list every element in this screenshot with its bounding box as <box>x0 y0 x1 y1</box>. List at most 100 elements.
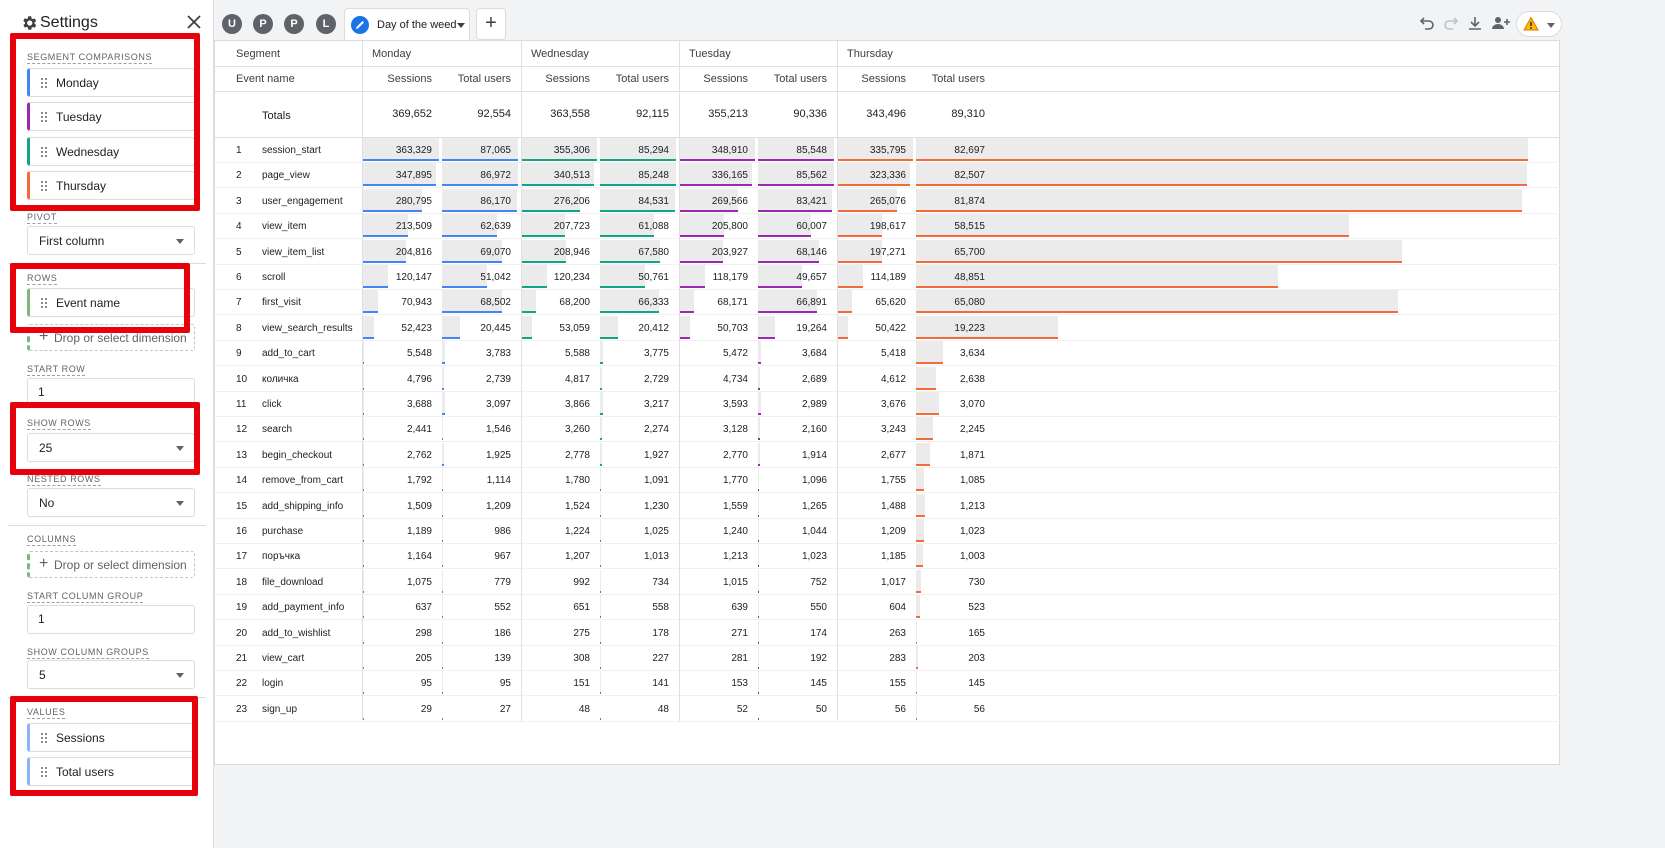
tab-day-of-the-weed[interactable]: Day of the weed <box>344 8 470 41</box>
show-column-groups-select[interactable]: 5 <box>27 660 195 689</box>
download-icon[interactable] <box>1466 14 1484 32</box>
drag-handle-icon[interactable] <box>40 111 48 123</box>
table-row[interactable]: 17 поръчка 1,164 967 1,207 1,013 1,213 1,023 1,1… <box>215 543 1561 570</box>
redo-icon[interactable] <box>1442 14 1460 32</box>
user-avatar[interactable]: L <box>316 14 336 34</box>
user-avatar[interactable]: P <box>253 14 273 34</box>
metric-cell: 2,770 <box>722 449 748 461</box>
table-row[interactable]: 5 view_item_list 204,816 69,070 208,946 67,58… <box>215 239 1561 265</box>
metric-header[interactable]: Total users <box>758 73 827 85</box>
metric-cell: 280,795 <box>395 195 432 207</box>
table-row[interactable]: 14 remove_from_cart 1,792 1,114 1,780 1,091 1,… <box>215 467 1561 494</box>
table-row[interactable]: 10 количка 4,796 2,739 4,817 2,729 4,734 2,689 4… <box>215 366 1561 392</box>
column-group-header[interactable]: Tuesday <box>689 48 731 60</box>
start-column-group-field[interactable] <box>27 605 195 634</box>
column-group-header[interactable]: Wednesday <box>531 48 589 60</box>
show-rows-label: SHOW ROWS <box>27 418 91 430</box>
metric-header[interactable]: Sessions <box>679 73 748 85</box>
columns-drop-zone[interactable]: + Drop or select dimension <box>27 551 195 578</box>
table-row[interactable]: 18 file_download 1,075 779 992 734 1,015 752 1,0… <box>215 569 1561 595</box>
metric-header[interactable]: Total users <box>600 73 669 85</box>
metric-header[interactable]: Total users <box>916 73 985 85</box>
user-avatar[interactable]: U <box>222 14 242 34</box>
add-tab-button[interactable]: + <box>476 8 506 40</box>
metric-cell: 1,003 <box>959 551 985 563</box>
drag-handle-icon[interactable] <box>40 146 48 158</box>
table-row[interactable]: 7 first_visit 70,943 68,502 68,200 66,333 68,1… <box>215 289 1561 316</box>
metric-cell: 151 <box>573 678 590 690</box>
metric-cell: 86,972 <box>480 170 511 182</box>
table-row[interactable]: 12 search 2,441 1,546 3,260 2,274 3,128 2,160 3,… <box>215 416 1561 443</box>
table-row[interactable]: 2 page_view 347,895 86,972 340,513 85,248 336,… <box>215 162 1561 189</box>
metric-header[interactable]: Sessions <box>837 73 906 85</box>
metric-cell: 68,502 <box>480 297 511 309</box>
gear-icon <box>23 16 37 30</box>
drag-handle-icon[interactable] <box>40 297 48 309</box>
heat-bar-underline <box>363 717 364 720</box>
event-name-cell: sign_up <box>262 703 298 715</box>
table-row[interactable]: 13 begin_checkout 2,762 1,925 2,778 1,927 2,77… <box>215 442 1561 468</box>
settings-title: Settings <box>40 14 98 31</box>
event-name-header[interactable]: Event name <box>236 73 295 85</box>
heat-bar-underline <box>442 717 443 720</box>
rows-drop-zone[interactable]: + Drop or select dimension <box>27 324 195 351</box>
undo-icon[interactable] <box>1418 14 1436 32</box>
table-row[interactable]: 20 add_to_wishlist 298 186 275 178 271 174 263 16… <box>215 620 1561 646</box>
table-row[interactable]: 3 user_engagement 280,795 86,170 276,206 84,5… <box>215 188 1561 214</box>
metric-cell: 2,762 <box>406 449 432 461</box>
table-row[interactable]: 16 purchase 1,189 986 1,224 1,025 1,240 1,044 1,… <box>215 518 1561 544</box>
table-row[interactable]: 11 click 3,688 3,097 3,866 3,217 3,593 2,989 3,6… <box>215 391 1561 417</box>
column-group-header[interactable]: Monday <box>372 48 411 60</box>
nested-rows-select[interactable]: No <box>27 488 195 517</box>
metric-cell: 2,677 <box>880 449 906 461</box>
metric-header[interactable]: Sessions <box>363 73 432 85</box>
heat-bar-underline <box>916 717 917 720</box>
segment-chip-monday[interactable]: Monday <box>27 68 195 97</box>
table-row[interactable]: 8 view_search_results 52,423 20,445 53,059 20… <box>215 315 1561 341</box>
drag-handle-icon[interactable] <box>40 766 48 778</box>
share-users-icon[interactable] <box>1490 14 1512 32</box>
start-column-group-input[interactable] <box>38 612 178 626</box>
table-row[interactable]: 9 add_to_cart 5,548 3,783 5,588 3,775 5,472 3,6… <box>215 340 1561 367</box>
metric-header[interactable]: Total users <box>442 73 511 85</box>
segment-chip-wednesday[interactable]: Wednesday <box>27 137 195 166</box>
heat-bar-underline <box>758 336 776 339</box>
metric-cell: 335,795 <box>869 145 906 156</box>
columns-label: COLUMNS <box>27 534 77 546</box>
pivot-select[interactable]: First column <box>27 226 195 255</box>
row-dimension-chip[interactable]: Event name <box>27 288 195 317</box>
table-row[interactable]: 4 view_item 213,509 62,639 207,723 61,088 205,… <box>215 213 1561 240</box>
warning-menu-button[interactable] <box>1516 11 1562 37</box>
metric-cell: 186 <box>494 627 511 639</box>
table-row[interactable]: 15 add_shipping_info 1,509 1,209 1,524 1,230 1… <box>215 493 1561 519</box>
table-row[interactable]: 19 add_payment_info 637 552 651 558 639 550 604 5… <box>215 594 1561 621</box>
table-row[interactable]: 21 view_cart 205 139 308 227 281 192 283 203 <box>215 645 1561 671</box>
heat-bar-underline <box>363 286 389 288</box>
metric-cell: 1,925 <box>485 449 511 461</box>
segment-chip-thursday[interactable]: Thursday <box>27 171 195 200</box>
start-row-field[interactable] <box>27 378 195 407</box>
metric-cell: 53,059 <box>559 322 590 334</box>
user-avatar[interactable]: P <box>284 14 304 34</box>
drag-handle-icon[interactable] <box>40 180 48 192</box>
table-row[interactable]: 1 session_start 363,329 87,065 355,306 85,294… <box>215 137 1561 163</box>
drag-handle-icon[interactable] <box>40 732 48 744</box>
start-row-input[interactable] <box>38 385 178 399</box>
column-group-header[interactable]: Thursday <box>847 48 893 60</box>
metric-cell: 120,147 <box>395 272 432 283</box>
table-row[interactable]: 23 sign_up 29 27 48 48 52 50 56 56 <box>215 696 1561 722</box>
value-chip-total-users[interactable]: Total users <box>27 757 195 786</box>
heat-bar-underline <box>679 260 724 263</box>
value-chip-sessions[interactable]: Sessions <box>27 723 195 752</box>
row-number: 4 <box>236 221 242 233</box>
close-icon[interactable] <box>186 14 202 30</box>
heat-bar-underline <box>442 413 445 415</box>
segment-chip-tuesday[interactable]: Tuesday <box>27 102 195 131</box>
table-row[interactable]: 22 login 95 95 151 141 153 145 155 145 <box>215 670 1561 697</box>
chevron-down-icon[interactable] <box>457 23 465 28</box>
table-row[interactable]: 6 scroll 120,147 51,042 120,234 50,761 118,179… <box>215 264 1561 290</box>
show-rows-select[interactable]: 25 <box>27 433 195 462</box>
metric-header[interactable]: Sessions <box>521 73 590 85</box>
drag-handle-icon[interactable] <box>40 77 48 89</box>
metric-cell: 348,910 <box>711 145 748 156</box>
